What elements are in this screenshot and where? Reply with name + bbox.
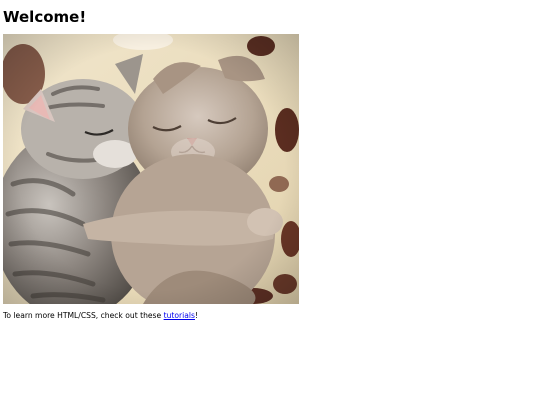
page-title: Welcome! xyxy=(3,8,87,26)
note-end: ! xyxy=(194,311,199,320)
tutorials-note: To learn more HTML/CSS, check out these … xyxy=(3,311,198,321)
two-kittens-photo xyxy=(3,34,299,304)
note-text: To learn more HTML/CSS, check out these xyxy=(3,311,164,320)
tutorials-link[interactable]: tutorials xyxy=(164,311,195,320)
